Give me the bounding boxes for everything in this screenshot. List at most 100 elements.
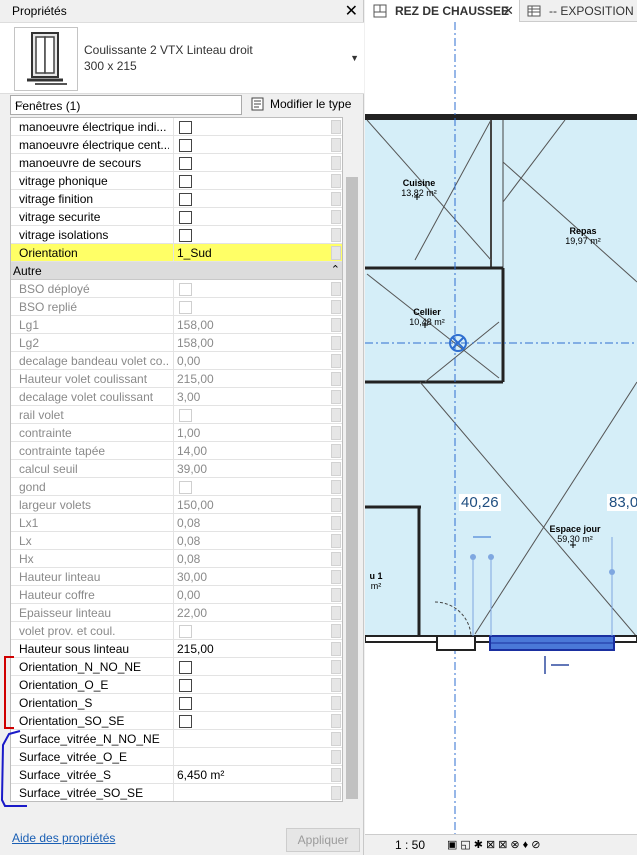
property-name: Surface_vitrée_S <box>19 768 112 782</box>
property-checkbox[interactable] <box>179 139 192 153</box>
associate-parameter-button[interactable] <box>331 300 341 314</box>
associate-parameter-button[interactable] <box>331 228 341 242</box>
property-checkbox[interactable] <box>179 697 192 711</box>
property-value[interactable] <box>173 694 323 712</box>
property-value[interactable] <box>173 172 323 190</box>
associate-parameter-button[interactable] <box>331 624 341 638</box>
dimension-label[interactable]: 83,0 <box>607 494 637 511</box>
property-value[interactable] <box>173 748 323 766</box>
property-value[interactable] <box>173 226 323 244</box>
associate-parameter-button[interactable] <box>331 678 341 692</box>
associate-parameter-button[interactable] <box>331 372 341 386</box>
edit-type-label: Modifier le type <box>270 97 352 111</box>
property-checkbox[interactable] <box>179 661 192 675</box>
property-value[interactable]: 6,450 m² <box>173 766 323 784</box>
associate-parameter-button[interactable] <box>331 120 341 134</box>
associate-parameter-button[interactable] <box>331 786 341 800</box>
associate-parameter-button[interactable] <box>331 588 341 602</box>
tab-rez-de-chaussee[interactable]: REZ DE CHAUSSEE ✕ <box>365 0 520 22</box>
room-tag[interactable]: Repas 19,97 m² <box>555 226 611 246</box>
associate-parameter-button[interactable] <box>331 642 341 656</box>
property-value: 215,00 <box>173 370 323 388</box>
plan-canvas[interactable]: Cuisine 13,82 m² Repas 19,97 m² Cellier … <box>365 22 637 834</box>
associate-parameter-button[interactable] <box>331 354 341 368</box>
property-value[interactable] <box>173 208 323 226</box>
associate-parameter-button[interactable] <box>331 192 341 206</box>
associate-parameter-button[interactable] <box>331 606 341 620</box>
associate-parameter-button[interactable] <box>331 426 341 440</box>
associate-parameter-button[interactable] <box>331 408 341 422</box>
associate-parameter-button[interactable] <box>331 498 341 512</box>
property-checkbox[interactable] <box>179 175 192 189</box>
edit-type-button[interactable]: Modifier le type <box>248 94 358 114</box>
property-value[interactable] <box>173 118 323 136</box>
collapse-icon[interactable]: ⌃ <box>331 263 340 276</box>
associate-parameter-button[interactable] <box>331 174 341 188</box>
property-checkbox[interactable] <box>179 157 192 171</box>
chevron-down-icon[interactable]: ▼ <box>350 53 359 63</box>
property-checkbox[interactable] <box>179 229 192 243</box>
dimension-label[interactable]: 40,26 <box>459 494 501 511</box>
associate-parameter-button[interactable] <box>331 282 341 296</box>
associate-parameter-button[interactable] <box>331 462 341 476</box>
associate-parameter-button[interactable] <box>331 660 341 674</box>
property-name: BSO déployé <box>19 282 90 296</box>
close-icon[interactable]: ✕ <box>503 3 514 19</box>
room-tag[interactable]: Espace jour 59,30 m² <box>535 524 615 544</box>
associate-parameter-button[interactable] <box>331 570 341 584</box>
close-icon[interactable]: ✕ <box>345 1 358 21</box>
apply-button[interactable]: Appliquer <box>286 828 360 852</box>
tab-exposition[interactable]: -- EXPOSITION S <box>523 0 637 22</box>
property-row: manoeuvre électrique indi... <box>11 118 342 136</box>
associate-parameter-button[interactable] <box>331 390 341 404</box>
property-checkbox[interactable] <box>179 193 192 207</box>
property-name: vitrage phonique <box>19 174 108 188</box>
associate-parameter-button[interactable] <box>331 696 341 710</box>
property-value[interactable] <box>173 730 323 748</box>
help-link[interactable]: Aide des propriétés <box>12 831 115 845</box>
room-tag[interactable]: Cuisine 13,82 m² <box>391 178 447 198</box>
room-tag[interactable]: u 1 m² <box>365 571 387 591</box>
type-selector[interactable]: Coulissante 2 VTX Linteau droit 300 x 21… <box>0 22 364 94</box>
property-value[interactable] <box>173 676 323 694</box>
associate-parameter-button[interactable] <box>331 732 341 746</box>
property-checkbox[interactable] <box>179 121 192 135</box>
property-value[interactable] <box>173 784 323 801</box>
associate-parameter-button[interactable] <box>331 768 341 782</box>
associate-parameter-button[interactable] <box>331 336 341 350</box>
room-tag[interactable]: Cellier 10,48 m² <box>399 307 455 327</box>
property-value[interactable]: 215,00 <box>173 640 323 658</box>
scale-label[interactable]: 1 : 50 <box>395 838 425 852</box>
view-tabs: REZ DE CHAUSSEE ✕ -- EXPOSITION S <box>365 0 637 22</box>
property-checkbox <box>179 409 192 423</box>
associate-parameter-button[interactable] <box>331 714 341 728</box>
property-value[interactable] <box>173 658 323 676</box>
associate-parameter-button[interactable] <box>331 444 341 458</box>
property-name: Orientation_O_E <box>19 678 109 692</box>
category-filter-dropdown[interactable]: Fenêtres (1) ⌵ <box>10 95 242 115</box>
property-value[interactable]: 1_Sud <box>173 244 323 262</box>
associate-parameter-button[interactable] <box>331 318 341 332</box>
associate-parameter-button[interactable] <box>331 246 341 260</box>
associate-parameter-button[interactable] <box>331 210 341 224</box>
view-controls-icon[interactable]: ▣◱✱⊠⊠⊗♦⊘ <box>447 838 543 851</box>
property-value[interactable] <box>173 136 323 154</box>
associate-parameter-button[interactable] <box>331 480 341 494</box>
property-value[interactable] <box>173 190 323 208</box>
associate-parameter-button[interactable] <box>331 750 341 764</box>
property-value[interactable] <box>173 712 323 730</box>
section-header[interactable]: Autre ⌃ <box>11 262 342 280</box>
associate-parameter-button[interactable] <box>331 138 341 152</box>
property-checkbox[interactable] <box>179 715 192 729</box>
associate-parameter-button[interactable] <box>331 552 341 566</box>
property-checkbox[interactable] <box>179 679 192 693</box>
associate-parameter-button[interactable] <box>331 156 341 170</box>
property-value[interactable] <box>173 154 323 172</box>
properties-scrollbar[interactable] <box>344 117 360 802</box>
associate-parameter-button[interactable] <box>331 516 341 530</box>
property-name: Lg1 <box>19 318 40 332</box>
associate-parameter-button[interactable] <box>331 534 341 548</box>
property-name: decalage volet coulissant <box>19 390 154 404</box>
scrollbar-thumb[interactable] <box>346 177 358 799</box>
property-checkbox[interactable] <box>179 211 192 225</box>
